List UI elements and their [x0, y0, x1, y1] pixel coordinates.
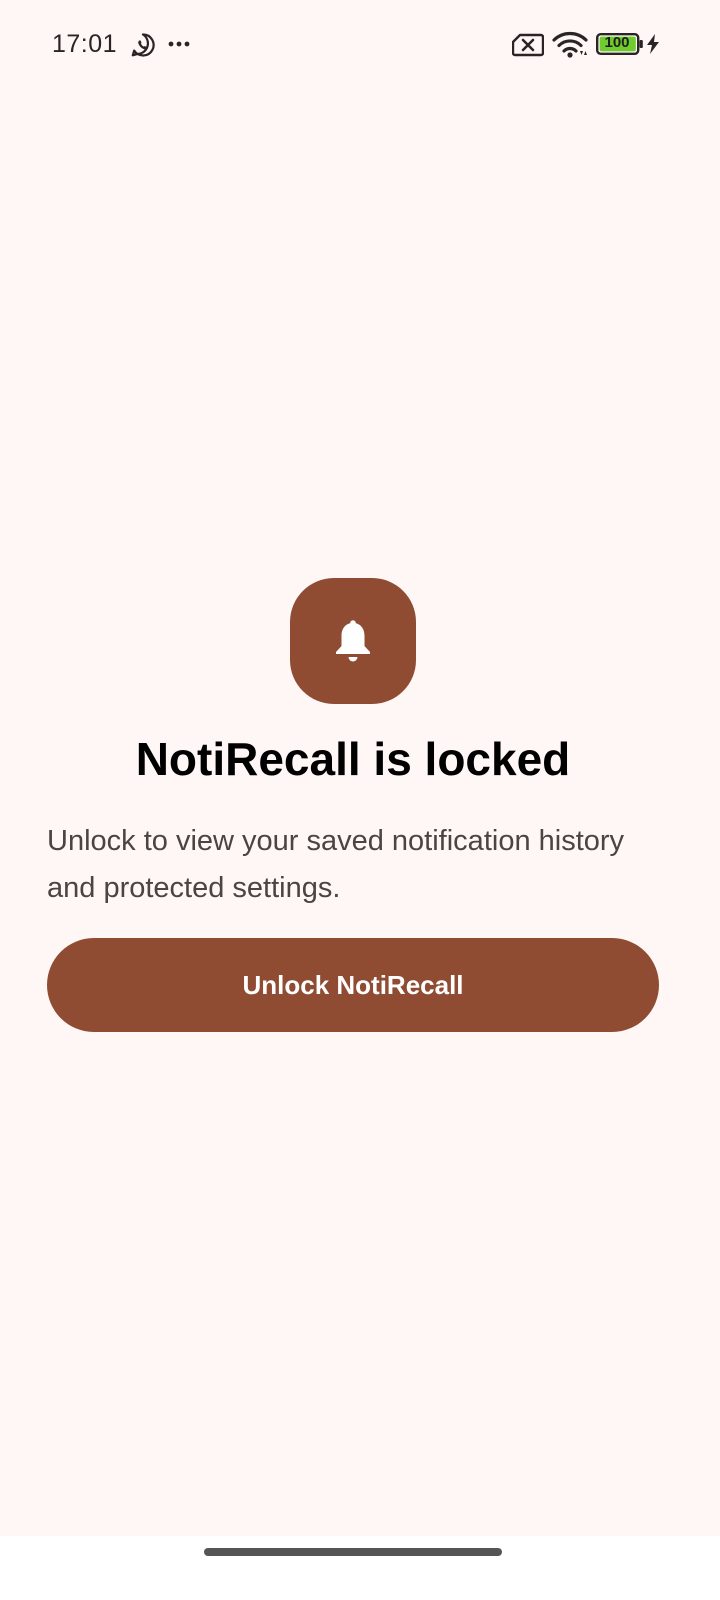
wifi-icon	[552, 32, 588, 58]
battery-level: 100	[604, 34, 630, 51]
navigation-bar	[0, 1536, 720, 1600]
bell-icon	[336, 620, 370, 662]
unlock-button[interactable]: Unlock NotiRecall	[47, 938, 659, 1032]
app-icon	[290, 578, 416, 704]
charging-icon	[647, 34, 659, 54]
lock-message: Unlock to view your saved notification h…	[47, 825, 625, 904]
status-time: 17:01	[52, 30, 118, 58]
sim-icon	[512, 33, 544, 57]
home-gesture-handle[interactable]	[204, 1548, 502, 1556]
more-icon	[168, 41, 190, 47]
whatsapp-icon	[131, 33, 155, 57]
status-bar: 17:01 100	[0, 0, 720, 90]
lock-title: NotiRecall is locked	[135, 733, 571, 785]
